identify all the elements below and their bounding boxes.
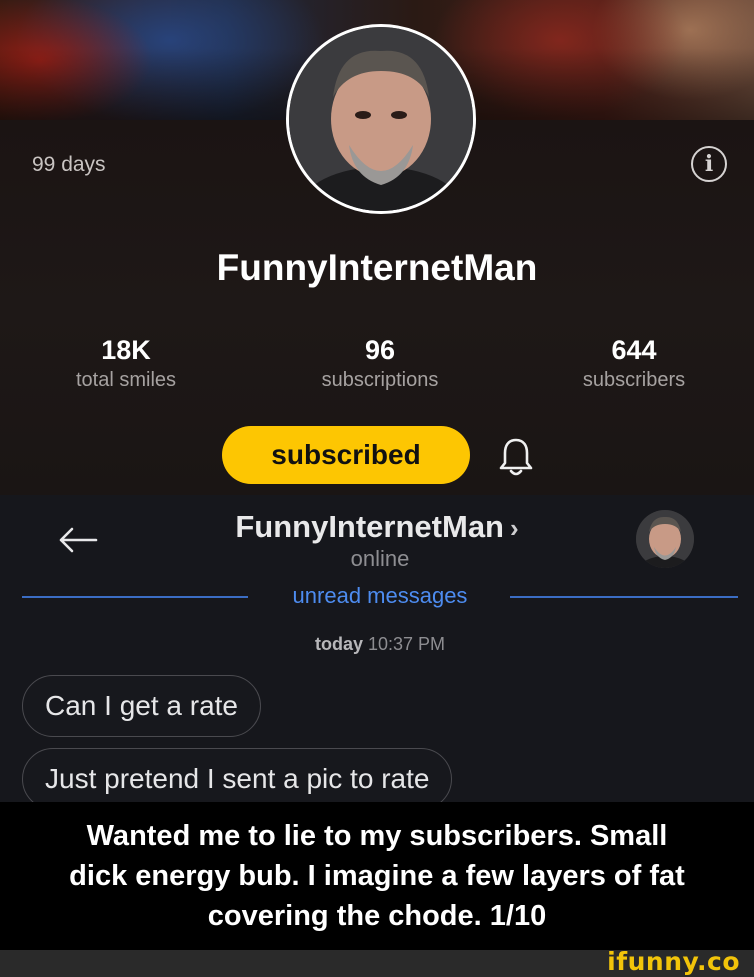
profile-username: FunnyInternetMan (216, 247, 538, 288)
timestamp-day: today (314, 634, 363, 654)
days-badge: 99 days (32, 153, 106, 176)
message-bubble[interactable]: Just pretend I sent a pic to rate (22, 748, 453, 810)
stat-subscribers[interactable]: 644 subscribers (534, 336, 734, 392)
stat-value: 18K (101, 335, 151, 365)
message-timestamp: today 10:37 PM (0, 634, 754, 655)
caption-line: dick energy bub. I imagine a few layers … (69, 860, 685, 892)
avatar-portrait (289, 27, 473, 211)
chat-contact-label: FunnyInternetMan (235, 509, 504, 544)
message-text: Just pretend I sent a pic to rate (45, 763, 430, 794)
ifunny-watermark: ifunny.co (607, 947, 740, 976)
message-bubble[interactable]: Can I get a rate (22, 675, 262, 737)
subscribed-button[interactable]: subscribed (222, 426, 470, 484)
timestamp-time: 10:37 PM (367, 634, 446, 654)
caption-text: Wanted me to lie to my subscribers. Smal… (0, 816, 754, 936)
message-text: Can I get a rate (45, 690, 239, 721)
stat-value: 96 (364, 335, 396, 365)
avatar-portrait-small (636, 510, 694, 568)
chevron-right-icon: › (510, 513, 519, 543)
stat-label: subscriptions (321, 369, 439, 391)
caption-line: covering the chode. 1/10 (207, 900, 547, 932)
bell-icon[interactable] (498, 436, 534, 478)
stat-total-smiles[interactable]: 18K total smiles (26, 336, 226, 392)
stat-label: total smiles (75, 369, 177, 391)
meme-caption: Wanted me to lie to my subscribers. Smal… (0, 802, 754, 950)
profile-avatar[interactable] (286, 24, 476, 214)
info-icon[interactable]: i (691, 146, 727, 182)
caption-line: Wanted me to lie to my subscribers. Smal… (86, 820, 668, 852)
stat-value: 644 (611, 335, 657, 365)
unread-divider-right (510, 596, 738, 598)
stat-subscriptions[interactable]: 96 subscriptions (280, 336, 480, 392)
chat-contact-avatar[interactable] (636, 510, 694, 568)
stat-label: subscribers (582, 369, 686, 391)
